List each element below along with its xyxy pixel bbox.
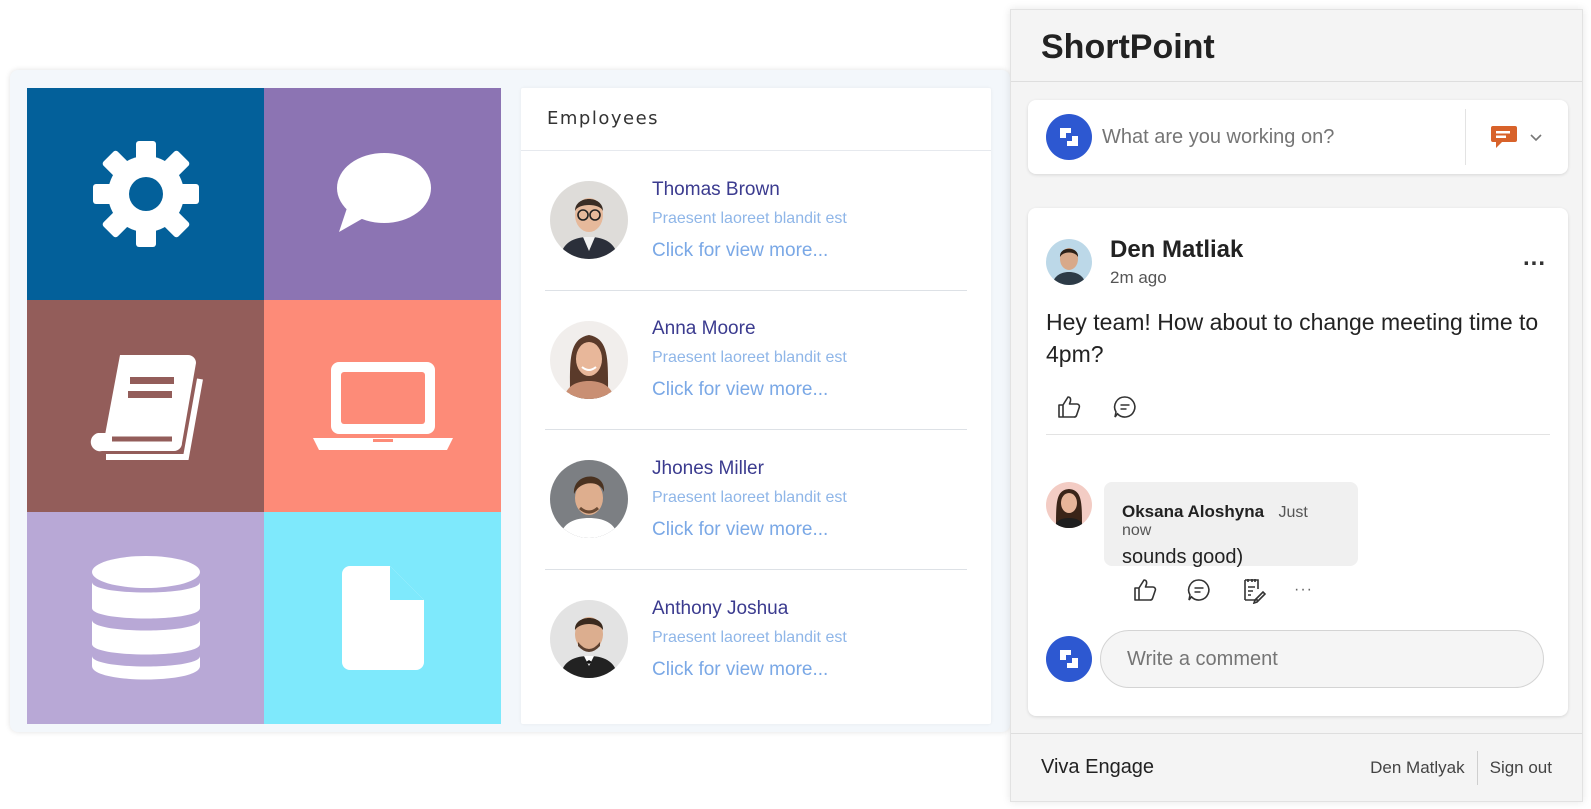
like-icon[interactable] [1132, 577, 1158, 608]
tile-grid [27, 88, 501, 724]
comment-author-name[interactable]: Oksana Aloshyna [1122, 502, 1264, 521]
view-more-link[interactable]: Click for view more... [652, 240, 847, 262]
devices-tile[interactable] [264, 300, 501, 512]
divider [1476, 750, 1478, 785]
post-body: Hey team! How about to change meeting ti… [1046, 309, 1539, 367]
book-icon [90, 355, 203, 460]
data-tile[interactable] [27, 512, 264, 724]
employee-name[interactable]: Anthony Joshua [652, 598, 847, 620]
reply-icon[interactable] [1186, 577, 1212, 608]
page: Employees Thomas Brown Praesent laoreet … [0, 0, 1591, 809]
avatar [550, 181, 628, 260]
comment-input[interactable] [1100, 630, 1544, 688]
shortpoint-logo-icon [1046, 114, 1092, 160]
like-icon[interactable] [1056, 394, 1082, 425]
divider [1465, 109, 1466, 165]
database-icon [91, 556, 200, 680]
view-more-link[interactable]: Click for view more... [652, 379, 847, 401]
chat-tile[interactable] [264, 88, 501, 300]
comment-bubble: Oksana Aloshyna Just now sounds good) [1104, 482, 1358, 568]
shortpoint-logo-icon [1046, 636, 1092, 682]
employee-subtitle: Praesent laoreet blandit est [652, 628, 847, 646]
speech-bubble-icon [336, 153, 431, 232]
knowledge-tile[interactable] [27, 300, 264, 512]
chevron-down-icon [1530, 134, 1542, 142]
employee-row[interactable]: Jhones Miller Praesent laoreet blandit e… [545, 430, 967, 570]
view-more-link[interactable]: Click for view more... [652, 519, 847, 541]
employee-name[interactable]: Thomas Brown [652, 179, 847, 201]
comment: Oksana Aloshyna Just now sounds good) [1046, 482, 1358, 568]
laptop-icon [312, 362, 453, 450]
employee-name[interactable]: Jhones Miller [652, 458, 847, 480]
employee-name[interactable]: Anna Moore [652, 318, 847, 340]
engage-panel: ShortPoint What are you working on? Den … [1010, 9, 1583, 802]
employee-row[interactable]: Thomas Brown Praesent laoreet blandit es… [545, 151, 967, 291]
post-actions [1056, 394, 1138, 425]
post-timestamp: 2m ago [1110, 268, 1167, 287]
more-options-icon[interactable]: ··· [1294, 581, 1313, 599]
current-user-name: Den Matlyak [1370, 757, 1465, 777]
discussion-icon [1491, 126, 1517, 148]
divider [1046, 434, 1550, 435]
post-type-dropdown[interactable] [1490, 124, 1546, 150]
view-more-link[interactable]: Click for view more... [652, 659, 847, 681]
avatar[interactable] [1046, 482, 1092, 528]
post-card: Den Matliak 2m ago ... Hey team! How abo… [1028, 208, 1568, 716]
employee-row[interactable]: Anthony Joshua Praesent laoreet blandit … [545, 570, 967, 710]
settings-tile[interactable] [27, 88, 264, 300]
engage-footer: Viva Engage Den Matlyak Sign out [1011, 733, 1582, 801]
employee-subtitle: Praesent laoreet blandit est [652, 488, 847, 506]
comment-icon[interactable] [1112, 394, 1138, 425]
employee-list: Thomas Brown Praesent laoreet blandit es… [521, 151, 991, 709]
employee-row[interactable]: Anna Moore Praesent laoreet blandit est … [545, 291, 967, 430]
avatar [550, 460, 628, 539]
more-options-icon[interactable]: ... [1523, 244, 1546, 272]
documents-tile[interactable] [264, 512, 501, 724]
compose-input[interactable] [1102, 125, 1465, 149]
avatar[interactable] [1046, 239, 1092, 285]
gear-icon [92, 141, 199, 247]
reply-row [1046, 630, 1544, 688]
post-author-name[interactable]: Den Matliak [1110, 236, 1243, 264]
avatar [550, 600, 628, 679]
comment-actions: ··· [1132, 576, 1313, 609]
avatar [550, 320, 628, 399]
viva-engage-link[interactable]: Viva Engage [1041, 756, 1154, 779]
sign-out-link[interactable]: Sign out [1490, 758, 1552, 778]
compose-box [1028, 100, 1568, 174]
notes-edit-icon[interactable] [1240, 576, 1267, 609]
comment-text: sounds good) [1122, 546, 1244, 568]
employee-subtitle: Praesent laoreet blandit est [652, 349, 847, 367]
employees-title: Employees [521, 88, 991, 151]
file-icon [341, 566, 424, 670]
post-header: Den Matliak 2m ago [1046, 236, 1243, 288]
employee-subtitle: Praesent laoreet blandit est [652, 209, 847, 227]
community-title: ShortPoint [1011, 10, 1582, 82]
employees-panel: Employees Thomas Brown Praesent laoreet … [521, 88, 991, 724]
